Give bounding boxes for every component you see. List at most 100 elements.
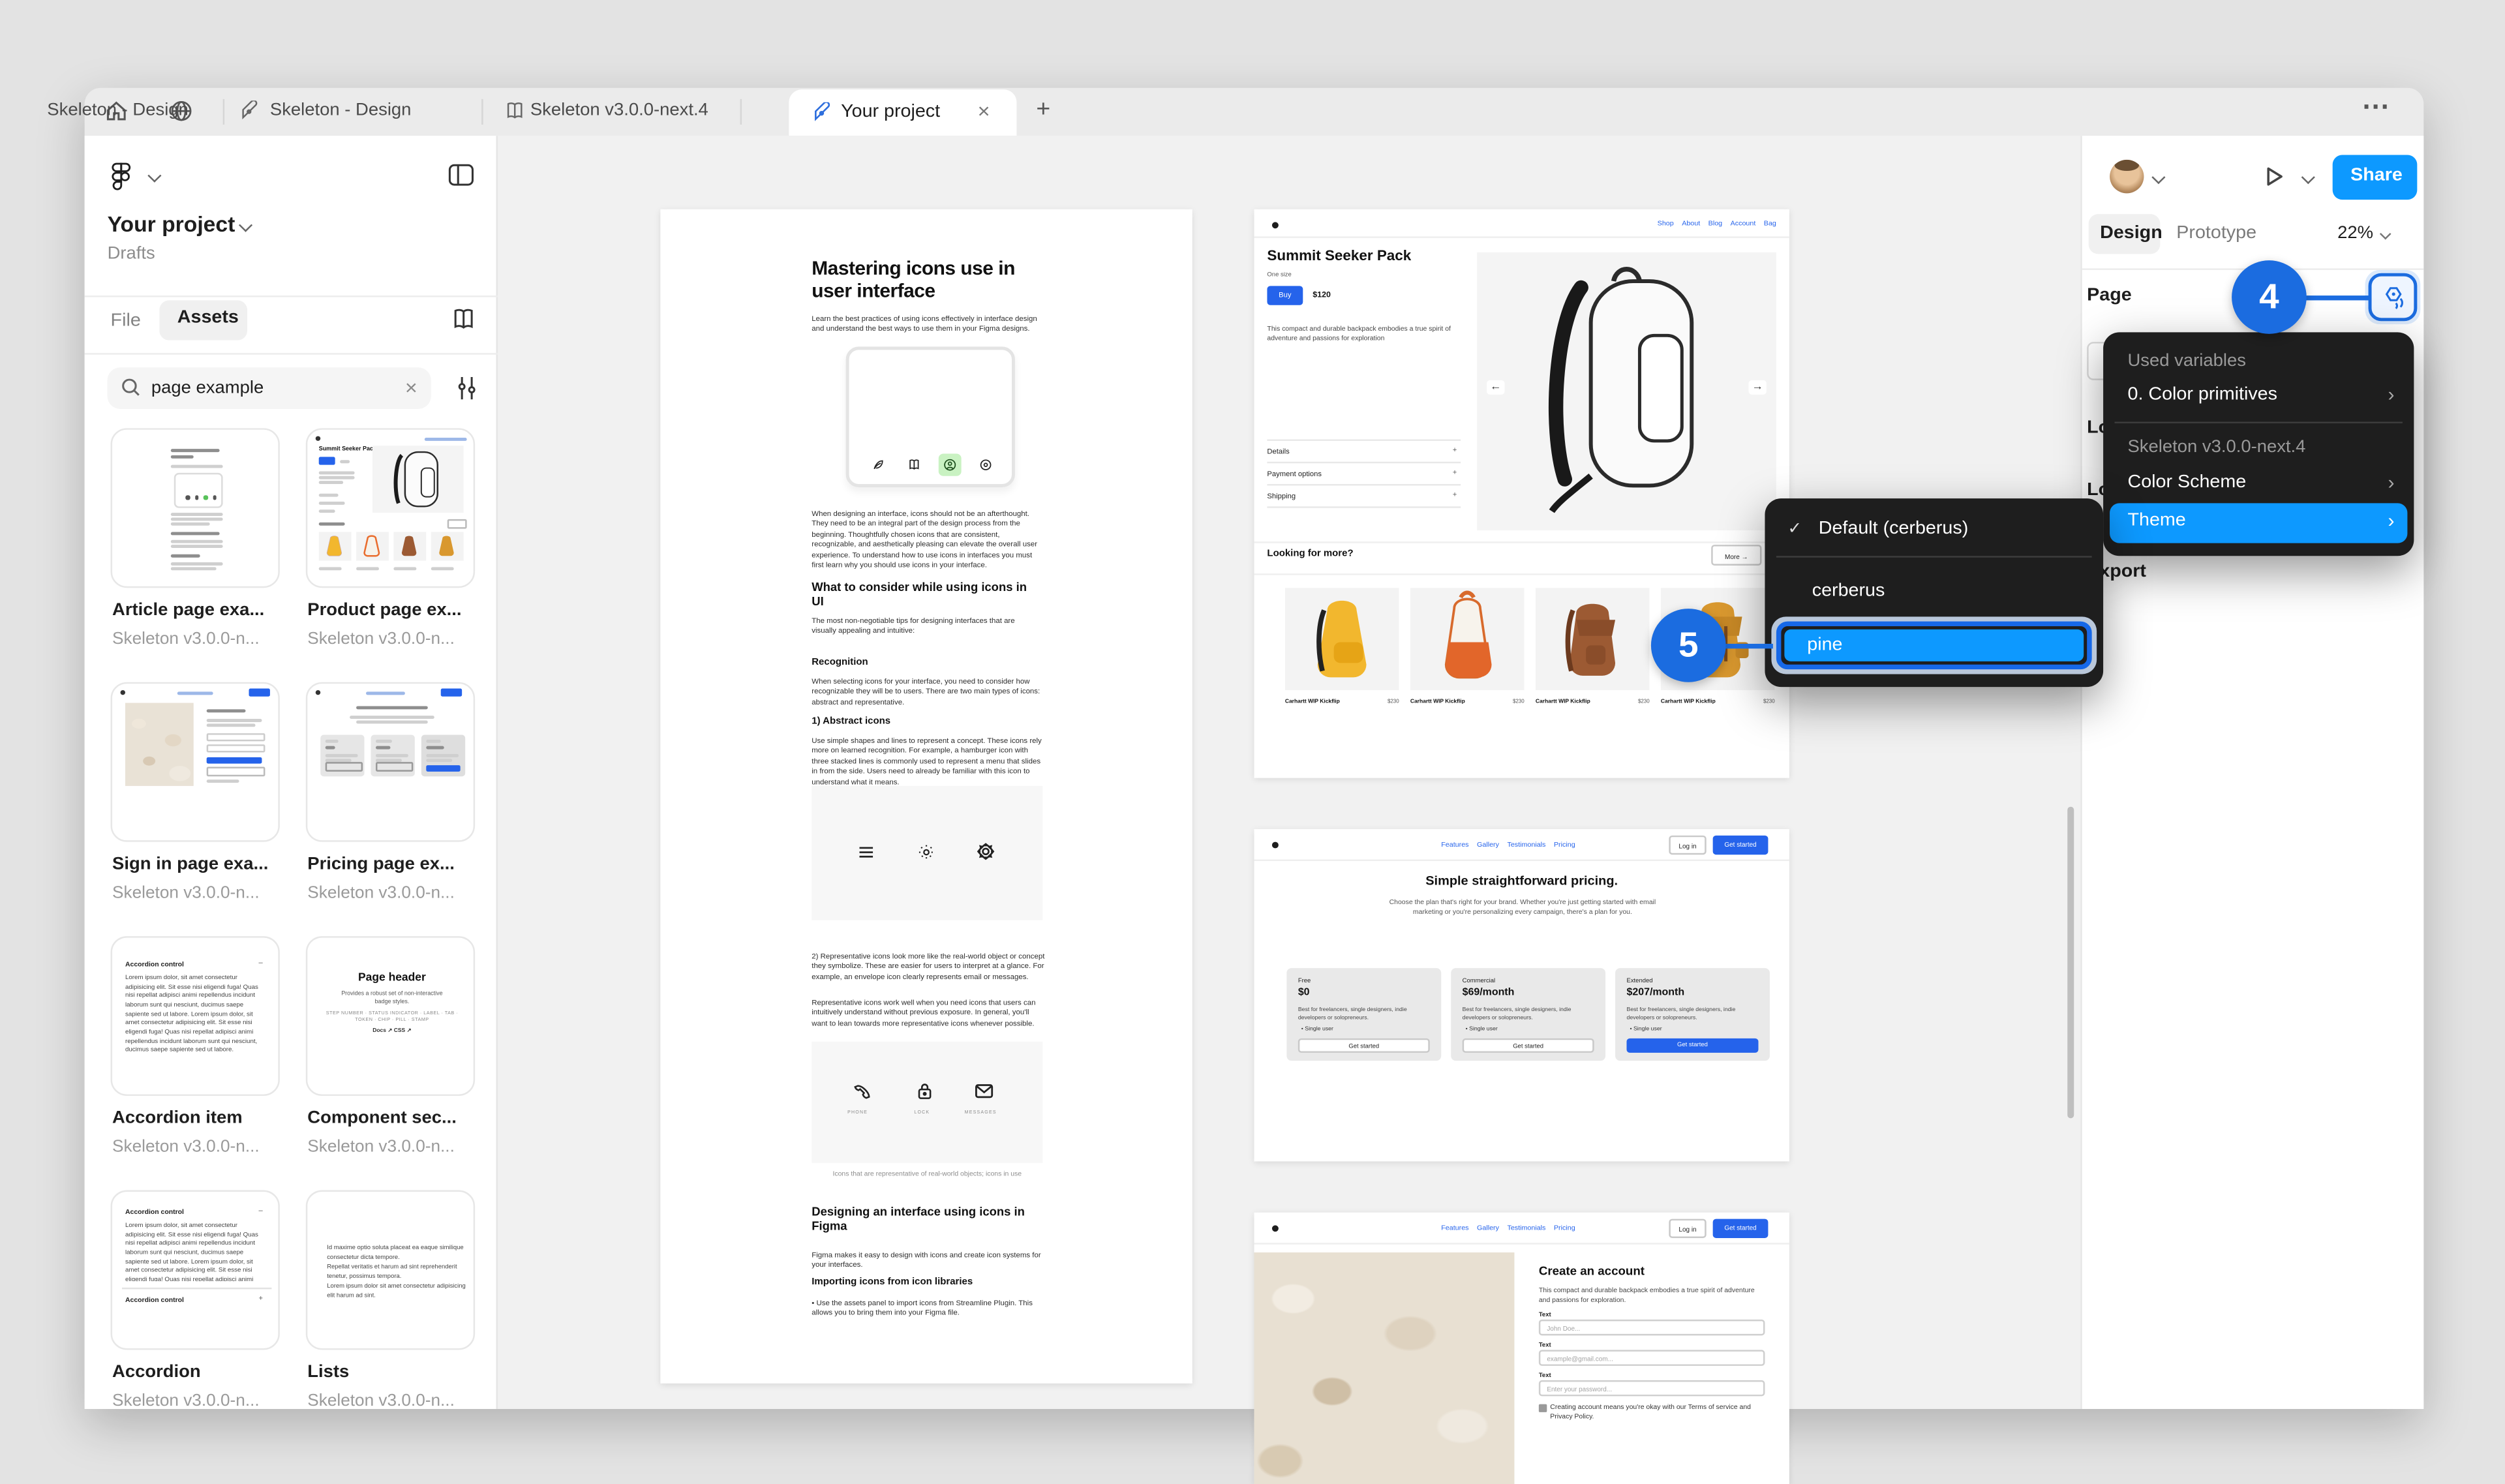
thumbnail-preview: Accordion control – Lorem ipsum dolor, s… — [110, 1190, 280, 1350]
plan-cta[interactable]: Get started — [1298, 1038, 1430, 1053]
plan-card-commercial[interactable]: Commercial $69/month Best for freelancer… — [1451, 968, 1606, 1061]
get-started-button[interactable]: Get started — [1712, 1219, 1769, 1238]
product-title: Summit Seeker Pack — [1267, 247, 1412, 264]
asset-title: Sign in page exa... — [112, 855, 269, 874]
share-button[interactable]: Share — [2332, 155, 2418, 200]
artboard-article[interactable]: Mastering icons use in user interface Le… — [660, 209, 1192, 1384]
carousel-prev-icon[interactable]: ← — [1487, 380, 1505, 395]
asset-library: Skeleton v3.0.0-n... — [307, 883, 455, 903]
get-started-button[interactable]: Get started — [1712, 835, 1769, 855]
check-icon: ✓ — [1787, 519, 1802, 539]
tab-assets[interactable]: Assets — [159, 300, 248, 341]
draft-file-icon — [239, 100, 260, 121]
accordion-payment[interactable]: Payment options — [1267, 470, 1322, 477]
library-button[interactable] — [451, 309, 477, 331]
nav-link[interactable]: Bag — [1764, 219, 1776, 227]
signup-title: Create an account — [1538, 1264, 1645, 1279]
menu-header-used-variables: Used variables — [2127, 351, 2246, 371]
related-card[interactable] — [1535, 588, 1650, 690]
plan-card-extended[interactable]: Extended $207/month Best for freelancers… — [1615, 968, 1770, 1061]
project-title[interactable]: Your project — [108, 213, 235, 237]
nav-link[interactable]: Testimonials — [1507, 840, 1545, 848]
asset-title: Accordion — [112, 1362, 201, 1382]
related-card[interactable] — [1284, 588, 1399, 690]
file-tab-label: Skeleton - Design — [47, 100, 189, 120]
login-button[interactable]: Log in — [1669, 835, 1707, 855]
search-input[interactable] — [151, 367, 395, 409]
nav-link[interactable]: Shop — [1658, 219, 1674, 227]
toggle-sidebar-button[interactable] — [448, 163, 475, 187]
file-tab-your-project[interactable]: Your project × — [789, 89, 1017, 136]
password-field[interactable]: Enter your password... — [1538, 1380, 1765, 1397]
submenu-chevron-icon: › — [2388, 471, 2395, 494]
tab-file[interactable]: File — [111, 312, 141, 331]
menu-item-theme[interactable]: Theme › — [2110, 503, 2408, 543]
terms-checkbox[interactable] — [1538, 1404, 1547, 1412]
search-field[interactable]: × — [107, 367, 431, 409]
asset-title: Pricing page ex... — [307, 855, 455, 874]
present-button[interactable] — [2262, 164, 2285, 189]
menu-item-color-scheme[interactable]: Color Scheme — [2127, 473, 2246, 492]
article-p: Representative icons work well when you … — [812, 998, 1036, 1027]
nav-link[interactable]: Blog — [1708, 219, 1722, 227]
menu-divider — [1776, 556, 2092, 558]
nav-link[interactable]: Account — [1731, 219, 1756, 227]
nav-link[interactable]: Testimonials — [1507, 1224, 1545, 1232]
name-field[interactable]: John Doe... — [1538, 1319, 1765, 1336]
submenu-chevron-icon: › — [2388, 509, 2395, 532]
nav-link[interactable]: Gallery — [1477, 840, 1499, 848]
artboard-product[interactable]: Shop About Blog Account Bag Summit Seeke… — [1254, 209, 1789, 778]
login-button[interactable]: Log in — [1669, 1219, 1707, 1238]
plan-cta[interactable]: Get started — [1626, 1038, 1759, 1053]
carousel-next-icon[interactable]: → — [1748, 380, 1767, 395]
plan-cta[interactable]: Get started — [1462, 1038, 1594, 1053]
project-subtitle: Drafts — [107, 244, 155, 264]
new-tab-button[interactable]: + — [1036, 96, 1050, 123]
nav-link[interactable]: Features — [1441, 840, 1468, 848]
nav-link[interactable]: Gallery — [1477, 1224, 1499, 1232]
clear-search-icon[interactable]: × — [405, 376, 418, 400]
article-figure-tabbar — [845, 346, 1015, 487]
avatar[interactable] — [2110, 159, 2144, 194]
variables-button[interactable] — [2365, 269, 2421, 325]
product-description: This compact and durable backpack embodi… — [1267, 324, 1451, 342]
plan-card-free[interactable]: Free $0 Best for freelancers, single des… — [1286, 968, 1442, 1061]
menu-item-color-primitives[interactable]: 0. Color primitives — [2127, 385, 2277, 404]
figure-caption: Icons that are representative of real-wo… — [832, 1169, 1022, 1177]
accordion-shipping[interactable]: Shipping — [1267, 492, 1296, 500]
asset-library: Skeleton v3.0.0-n... — [307, 1391, 455, 1411]
canvas-scrollbar[interactable] — [2067, 806, 2074, 1119]
thumbnail-preview: Accordion control – Lorem ipsum dolor, s… — [110, 936, 280, 1097]
email-field[interactable]: example@gmail.com... — [1538, 1350, 1765, 1366]
nav-link[interactable]: Features — [1441, 1224, 1468, 1232]
tab-design[interactable]: Design — [2088, 214, 2163, 254]
buy-button[interactable]: Buy — [1267, 286, 1303, 305]
close-tab-icon[interactable]: × — [978, 99, 990, 123]
annotation-step-5: 5 — [1650, 609, 1726, 682]
nav-link[interactable]: Pricing — [1554, 1224, 1575, 1232]
tab-prototype[interactable]: Prototype — [2176, 224, 2256, 243]
menu-item-default-cerberus[interactable]: ✓ Default (cerberus) — [1787, 519, 1968, 538]
article-h3: 1) Abstract icons — [812, 717, 891, 727]
share-label: Share — [2350, 166, 2403, 186]
representative-icons-figure: PHONE LOCK MESSAGES — [812, 1041, 1043, 1163]
menu-item-pine[interactable]: pine — [1784, 629, 2084, 661]
pricing-nav: Features Gallery Testimonials Pricing — [1441, 840, 1575, 848]
menu-item-cerberus[interactable]: cerberus — [1812, 581, 1885, 600]
asset-title: Product page ex... — [307, 600, 462, 620]
asset-library: Skeleton v3.0.0-n... — [112, 883, 260, 903]
signup-description: This compact and durable backpack embodi… — [1538, 1286, 1755, 1304]
more-actions-button[interactable]: ⋯ — [2362, 91, 2390, 123]
more-button[interactable]: More → — [1711, 545, 1762, 566]
filter-button[interactable] — [455, 376, 478, 401]
file-tab-label-active: Your project — [841, 102, 941, 122]
zoom-select[interactable]: 22% — [2337, 224, 2373, 243]
accordion-details[interactable]: Details — [1267, 447, 1289, 455]
artboard-pricing[interactable]: Features Gallery Testimonials Pricing Lo… — [1254, 829, 1789, 1162]
figma-menu-button[interactable] — [108, 161, 163, 193]
related-name: Carhartt WIP Kickflip — [1284, 698, 1340, 705]
nav-link[interactable]: Pricing — [1554, 840, 1575, 848]
artboard-signup[interactable]: Features Gallery Testimonials Pricing Lo… — [1254, 1212, 1789, 1484]
related-card[interactable] — [1410, 588, 1525, 690]
nav-link[interactable]: About — [1682, 219, 1700, 227]
